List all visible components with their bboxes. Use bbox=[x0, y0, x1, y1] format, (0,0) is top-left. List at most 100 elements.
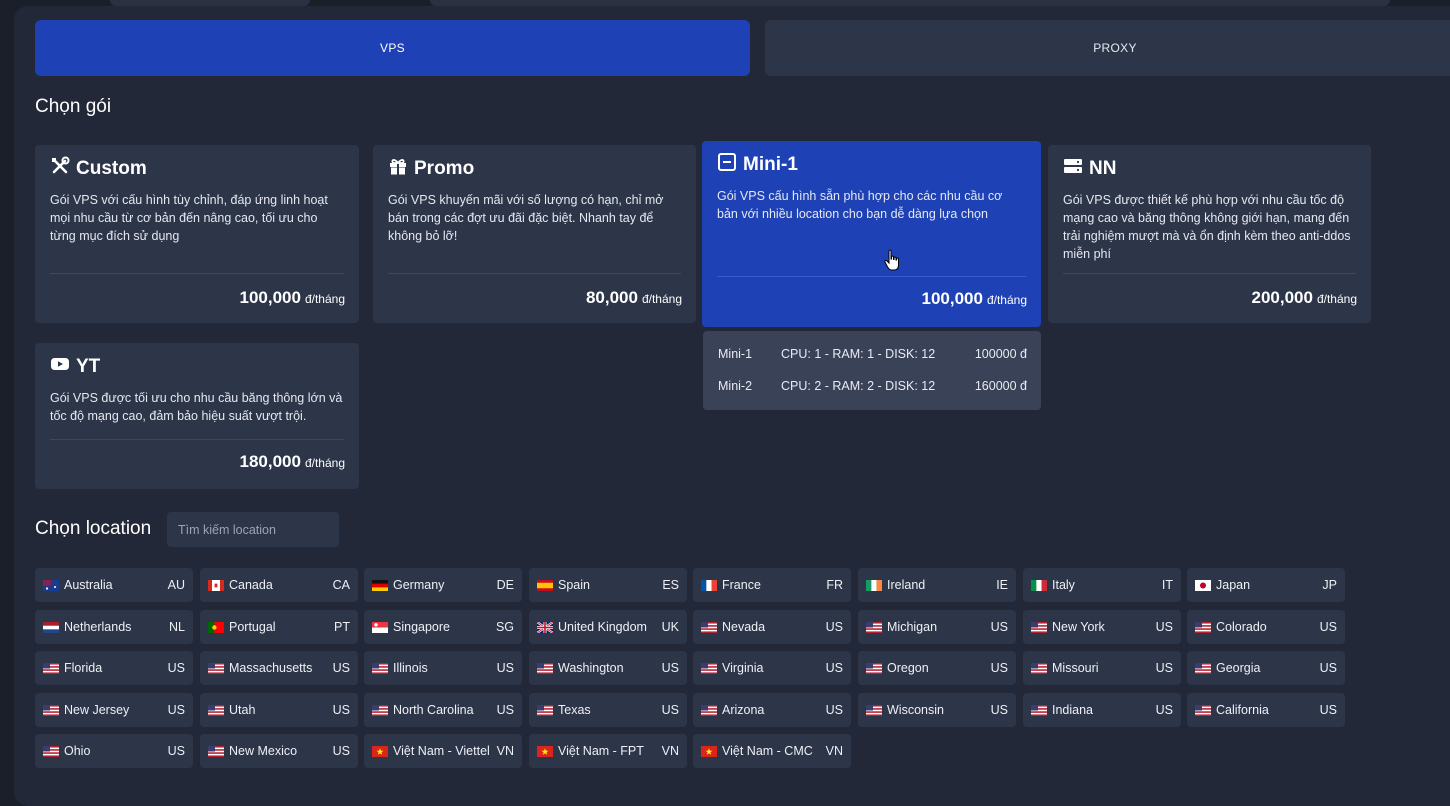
package-card-mini-1[interactable]: Mini-1 Gói VPS cấu hình sẵn phù hợp cho … bbox=[702, 141, 1041, 327]
flag-us-icon bbox=[701, 621, 722, 633]
location-indiana[interactable]: Indiana US bbox=[1023, 693, 1181, 727]
flag-us-icon bbox=[701, 662, 722, 674]
location-michigan[interactable]: Michigan US bbox=[858, 610, 1016, 644]
price-unit: đ/tháng bbox=[304, 292, 345, 306]
package-price: 200,000 đ/tháng bbox=[1252, 288, 1358, 308]
tab-proxy[interactable]: PROXY bbox=[765, 20, 1450, 76]
location-code: PT bbox=[334, 620, 350, 634]
location-code: US bbox=[990, 661, 1008, 675]
tab-proxy-label: PROXY bbox=[1093, 41, 1137, 55]
location-search-input[interactable] bbox=[167, 512, 339, 547]
flag-us-icon bbox=[208, 704, 229, 716]
location-ireland[interactable]: Ireland IE bbox=[858, 568, 1016, 602]
location-colorado[interactable]: Colorado US bbox=[1187, 610, 1345, 644]
location-name: Australia bbox=[64, 578, 113, 592]
location-portugal[interactable]: Portugal PT bbox=[200, 610, 358, 644]
location-wisconsin[interactable]: Wisconsin US bbox=[858, 693, 1016, 727]
location-singapore[interactable]: Singapore SG bbox=[364, 610, 522, 644]
location-virginia[interactable]: Virginia US bbox=[693, 651, 851, 685]
location-north-carolina[interactable]: North Carolina US bbox=[364, 693, 522, 727]
location-new-york[interactable]: New York US bbox=[1023, 610, 1181, 644]
flag-uk-icon bbox=[537, 621, 558, 633]
location-germany[interactable]: Germany DE bbox=[364, 568, 522, 602]
location-name: Việt Nam - FPT bbox=[558, 744, 644, 758]
location-name: Wisconsin bbox=[887, 703, 944, 717]
location-code: US bbox=[825, 620, 843, 634]
package-card-yt[interactable]: YT Gói VPS được tối ưu cho nhu cầu băng … bbox=[35, 343, 359, 489]
flag-ca-icon bbox=[208, 579, 229, 591]
flag-us-icon bbox=[866, 662, 887, 674]
location-new-jersey[interactable]: New Jersey US bbox=[35, 693, 193, 727]
flag-us-icon bbox=[43, 662, 64, 674]
location-name: Florida bbox=[64, 661, 103, 675]
location-arizona[interactable]: Arizona US bbox=[693, 693, 851, 727]
location-spain[interactable]: Spain ES bbox=[529, 568, 687, 602]
location-vi-t-nam-fpt[interactable]: Việt Nam - FPT VN bbox=[529, 734, 687, 768]
location-netherlands[interactable]: Netherlands NL bbox=[35, 610, 193, 644]
location-california[interactable]: California US bbox=[1187, 693, 1345, 727]
location-new-mexico[interactable]: New Mexico US bbox=[200, 734, 358, 768]
location-utah[interactable]: Utah US bbox=[200, 693, 358, 727]
location-code: US bbox=[1319, 661, 1337, 675]
tab-vps[interactable]: VPS bbox=[35, 20, 750, 76]
location-nevada[interactable]: Nevada US bbox=[693, 610, 851, 644]
flag-vn-icon bbox=[372, 745, 393, 757]
location-france[interactable]: France FR bbox=[693, 568, 851, 602]
location-code: US bbox=[167, 703, 185, 717]
package-description: Gói VPS được thiết kế phù hợp với nhu cầ… bbox=[1063, 193, 1351, 261]
flag-au-icon bbox=[43, 579, 64, 591]
location-vi-t-nam-viettel[interactable]: Việt Nam - Viettel VN bbox=[364, 734, 522, 768]
location-united-kingdom[interactable]: United Kingdom UK bbox=[529, 610, 687, 644]
location-name: California bbox=[1216, 703, 1269, 717]
package-description: Gói VPS được tối ưu cho nhu cầu băng thô… bbox=[50, 391, 343, 423]
location-washington[interactable]: Washington US bbox=[529, 651, 687, 685]
package-card-nn[interactable]: NN Gói VPS được thiết kế phù hợp với nhu… bbox=[1048, 145, 1371, 323]
flag-nl-icon bbox=[43, 621, 64, 633]
location-italy[interactable]: Italy IT bbox=[1023, 568, 1181, 602]
package-price: 80,000 đ/tháng bbox=[586, 288, 682, 308]
flag-us-icon bbox=[1195, 662, 1216, 674]
location-massachusetts[interactable]: Massachusetts US bbox=[200, 651, 358, 685]
location-name: Ireland bbox=[887, 578, 926, 592]
location-missouri[interactable]: Missouri US bbox=[1023, 651, 1181, 685]
location-code: US bbox=[1319, 703, 1337, 717]
location-georgia[interactable]: Georgia US bbox=[1187, 651, 1345, 685]
price-value: 100,000 bbox=[921, 289, 983, 308]
location-code: VN bbox=[661, 744, 679, 758]
price-value: 80,000 bbox=[585, 288, 638, 307]
plan-option-mini-1[interactable]: Mini-1 CPU: 1 - RAM: 1 - DISK: 12 100000… bbox=[703, 338, 1041, 370]
location-japan[interactable]: Japan JP bbox=[1187, 568, 1345, 602]
location-canada[interactable]: Canada CA bbox=[200, 568, 358, 602]
location-code: AU bbox=[167, 578, 185, 592]
location-name: Netherlands bbox=[64, 620, 132, 634]
divider bbox=[717, 276, 1026, 277]
flag-us-icon bbox=[43, 745, 64, 757]
location-code: IT bbox=[1161, 578, 1173, 592]
location-oregon[interactable]: Oregon US bbox=[858, 651, 1016, 685]
flag-us-icon bbox=[1031, 704, 1052, 716]
package-card-custom[interactable]: Custom Gói VPS với cấu hình tùy chỉnh, đ… bbox=[35, 145, 359, 323]
gift-icon bbox=[388, 156, 408, 182]
location-code: US bbox=[496, 703, 514, 717]
location-florida[interactable]: Florida US bbox=[35, 651, 193, 685]
price-unit: đ/tháng bbox=[304, 456, 345, 470]
location-name: United Kingdom bbox=[558, 620, 647, 634]
location-illinois[interactable]: Illinois US bbox=[364, 651, 522, 685]
location-australia[interactable]: Australia AU bbox=[35, 568, 193, 602]
location-vi-t-nam-cmc[interactable]: Việt Nam - CMC VN bbox=[693, 734, 851, 768]
flag-vn-icon bbox=[537, 745, 558, 757]
divider bbox=[50, 273, 344, 274]
plan-option-name: Mini-1 bbox=[718, 347, 753, 361]
location-name: Canada bbox=[229, 578, 273, 592]
location-name: New York bbox=[1052, 620, 1105, 634]
flag-us-icon bbox=[1195, 704, 1216, 716]
plan-option-mini-2[interactable]: Mini-2 CPU: 2 - RAM: 2 - DISK: 12 160000… bbox=[703, 370, 1041, 402]
location-code: FR bbox=[826, 578, 843, 592]
location-texas[interactable]: Texas US bbox=[529, 693, 687, 727]
location-code: US bbox=[167, 661, 185, 675]
plan-option-price: 100000 đ bbox=[974, 347, 1027, 361]
package-card-promo[interactable]: Promo Gói VPS khuyến mãi với số lượng có… bbox=[373, 145, 696, 323]
location-name: Germany bbox=[393, 578, 445, 592]
location-ohio[interactable]: Ohio US bbox=[35, 734, 193, 768]
location-code: NL bbox=[169, 620, 185, 634]
